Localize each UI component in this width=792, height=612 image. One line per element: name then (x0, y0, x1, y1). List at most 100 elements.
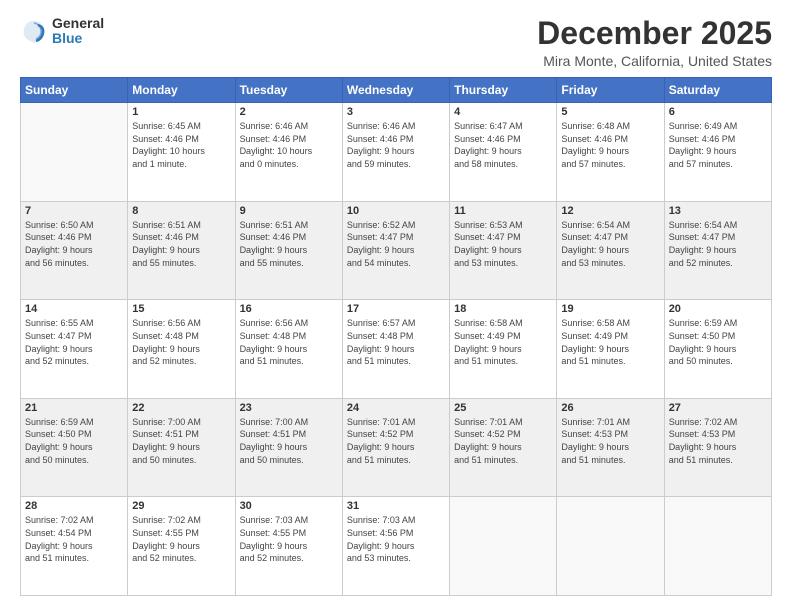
weekday-header: Tuesday (235, 78, 342, 103)
top-section: General Blue December 2025 Mira Monte, C… (20, 16, 772, 69)
day-info: Sunrise: 6:54 AM Sunset: 4:47 PM Dayligh… (561, 219, 659, 269)
weekday-header: Wednesday (342, 78, 449, 103)
weekday-header: Thursday (450, 78, 557, 103)
day-number: 26 (561, 402, 659, 414)
logo-icon (20, 17, 48, 45)
calendar-cell: 30 Sunrise: 7:03 AM Sunset: 4:55 PM Dayli… (235, 497, 342, 596)
calendar-cell: 1 Sunrise: 6:45 AM Sunset: 4:46 PM Daylig… (128, 103, 235, 202)
day-number: 21 (25, 402, 123, 414)
day-info: Sunrise: 7:01 AM Sunset: 4:52 PM Dayligh… (347, 416, 445, 466)
day-info: Sunrise: 6:52 AM Sunset: 4:47 PM Dayligh… (347, 219, 445, 269)
day-number: 24 (347, 402, 445, 414)
day-info: Sunrise: 7:02 AM Sunset: 4:55 PM Dayligh… (132, 514, 230, 564)
calendar-cell (450, 497, 557, 596)
calendar-cell: 26 Sunrise: 7:01 AM Sunset: 4:53 PM Dayli… (557, 398, 664, 497)
day-number: 1 (132, 106, 230, 118)
day-info: Sunrise: 6:58 AM Sunset: 4:49 PM Dayligh… (561, 317, 659, 367)
day-number: 12 (561, 205, 659, 217)
calendar-cell: 22 Sunrise: 7:00 AM Sunset: 4:51 PM Dayli… (128, 398, 235, 497)
day-info: Sunrise: 6:45 AM Sunset: 4:46 PM Dayligh… (132, 120, 230, 170)
day-number: 4 (454, 106, 552, 118)
day-info: Sunrise: 6:56 AM Sunset: 4:48 PM Dayligh… (132, 317, 230, 367)
day-number: 23 (240, 402, 338, 414)
day-info: Sunrise: 7:03 AM Sunset: 4:55 PM Dayligh… (240, 514, 338, 564)
day-info: Sunrise: 6:58 AM Sunset: 4:49 PM Dayligh… (454, 317, 552, 367)
day-info: Sunrise: 6:47 AM Sunset: 4:46 PM Dayligh… (454, 120, 552, 170)
day-number: 19 (561, 303, 659, 315)
location: Mira Monte, California, United States (537, 53, 772, 69)
day-info: Sunrise: 6:57 AM Sunset: 4:48 PM Dayligh… (347, 317, 445, 367)
day-info: Sunrise: 6:51 AM Sunset: 4:46 PM Dayligh… (240, 219, 338, 269)
day-number: 17 (347, 303, 445, 315)
day-number: 8 (132, 205, 230, 217)
calendar-cell: 15 Sunrise: 6:56 AM Sunset: 4:48 PM Dayli… (128, 300, 235, 399)
day-info: Sunrise: 6:59 AM Sunset: 4:50 PM Dayligh… (25, 416, 123, 466)
day-info: Sunrise: 6:55 AM Sunset: 4:47 PM Dayligh… (25, 317, 123, 367)
day-number: 28 (25, 500, 123, 512)
calendar-cell: 6Sunrise: 6:49 AM Sunset: 4:46 PM Daylig… (664, 103, 771, 202)
calendar-cell: 13Sunrise: 6:54 AM Sunset: 4:47 PM Dayli… (664, 201, 771, 300)
calendar-cell: 18 Sunrise: 6:58 AM Sunset: 4:49 PM Dayli… (450, 300, 557, 399)
day-number: 10 (347, 205, 445, 217)
day-info: Sunrise: 7:02 AM Sunset: 4:54 PM Dayligh… (25, 514, 123, 564)
day-number: 14 (25, 303, 123, 315)
calendar-week-row: 7Sunrise: 6:50 AM Sunset: 4:46 PM Daylig… (21, 201, 772, 300)
day-info: Sunrise: 6:46 AM Sunset: 4:46 PM Dayligh… (347, 120, 445, 170)
weekday-header: Monday (128, 78, 235, 103)
day-number: 3 (347, 106, 445, 118)
calendar-cell: 23 Sunrise: 7:00 AM Sunset: 4:51 PM Dayli… (235, 398, 342, 497)
day-number: 18 (454, 303, 552, 315)
day-info: Sunrise: 7:01 AM Sunset: 4:53 PM Dayligh… (561, 416, 659, 466)
day-info: Sunrise: 6:49 AM Sunset: 4:46 PM Dayligh… (669, 120, 767, 170)
calendar-cell: 5 Sunrise: 6:48 AM Sunset: 4:46 PM Daylig… (557, 103, 664, 202)
day-info: Sunrise: 6:53 AM Sunset: 4:47 PM Dayligh… (454, 219, 552, 269)
day-info: Sunrise: 7:01 AM Sunset: 4:52 PM Dayligh… (454, 416, 552, 466)
calendar-cell: 17 Sunrise: 6:57 AM Sunset: 4:48 PM Dayli… (342, 300, 449, 399)
day-number: 13 (669, 205, 767, 217)
calendar-cell: 11 Sunrise: 6:53 AM Sunset: 4:47 PM Dayli… (450, 201, 557, 300)
day-number: 27 (669, 402, 767, 414)
day-info: Sunrise: 7:00 AM Sunset: 4:51 PM Dayligh… (240, 416, 338, 466)
day-info: Sunrise: 6:56 AM Sunset: 4:48 PM Dayligh… (240, 317, 338, 367)
calendar-week-row: 21 Sunrise: 6:59 AM Sunset: 4:50 PM Dayli… (21, 398, 772, 497)
day-number: 15 (132, 303, 230, 315)
day-number: 16 (240, 303, 338, 315)
day-number: 20 (669, 303, 767, 315)
calendar-cell: 2Sunrise: 6:46 AM Sunset: 4:46 PM Daylig… (235, 103, 342, 202)
month-title: December 2025 (537, 16, 772, 51)
calendar-cell: 27Sunrise: 7:02 AM Sunset: 4:53 PM Dayli… (664, 398, 771, 497)
logo-general-text: General (52, 16, 104, 31)
day-info: Sunrise: 7:00 AM Sunset: 4:51 PM Dayligh… (132, 416, 230, 466)
calendar-cell: 8Sunrise: 6:51 AM Sunset: 4:46 PM Daylig… (128, 201, 235, 300)
calendar-cell (664, 497, 771, 596)
calendar-cell: 9 Sunrise: 6:51 AM Sunset: 4:46 PM Daylig… (235, 201, 342, 300)
day-info: Sunrise: 6:48 AM Sunset: 4:46 PM Dayligh… (561, 120, 659, 170)
calendar-cell (21, 103, 128, 202)
day-number: 2 (240, 106, 338, 118)
calendar-cell: 29Sunrise: 7:02 AM Sunset: 4:55 PM Dayli… (128, 497, 235, 596)
calendar: SundayMondayTuesdayWednesdayThursdayFrid… (20, 77, 772, 596)
logo-blue-text: Blue (52, 31, 104, 46)
day-number: 9 (240, 205, 338, 217)
calendar-cell: 16 Sunrise: 6:56 AM Sunset: 4:48 PM Dayli… (235, 300, 342, 399)
calendar-cell: 19 Sunrise: 6:58 AM Sunset: 4:49 PM Dayli… (557, 300, 664, 399)
calendar-cell: 20Sunrise: 6:59 AM Sunset: 4:50 PM Dayli… (664, 300, 771, 399)
calendar-cell: 4 Sunrise: 6:47 AM Sunset: 4:46 PM Daylig… (450, 103, 557, 202)
weekday-header: Friday (557, 78, 664, 103)
logo-text: General Blue (52, 16, 104, 47)
calendar-header-row: SundayMondayTuesdayWednesdayThursdayFrid… (21, 78, 772, 103)
day-info: Sunrise: 7:03 AM Sunset: 4:56 PM Dayligh… (347, 514, 445, 564)
day-number: 7 (25, 205, 123, 217)
day-number: 11 (454, 205, 552, 217)
calendar-cell: 31Sunrise: 7:03 AM Sunset: 4:56 PM Dayli… (342, 497, 449, 596)
day-number: 30 (240, 500, 338, 512)
header-right: December 2025 Mira Monte, California, Un… (537, 16, 772, 69)
calendar-cell: 12 Sunrise: 6:54 AM Sunset: 4:47 PM Dayli… (557, 201, 664, 300)
day-number: 22 (132, 402, 230, 414)
calendar-cell: 7Sunrise: 6:50 AM Sunset: 4:46 PM Daylig… (21, 201, 128, 300)
calendar-cell: 21 Sunrise: 6:59 AM Sunset: 4:50 PM Dayli… (21, 398, 128, 497)
calendar-week-row: 28 Sunrise: 7:02 AM Sunset: 4:54 PM Dayli… (21, 497, 772, 596)
day-number: 5 (561, 106, 659, 118)
calendar-cell: 3 Sunrise: 6:46 AM Sunset: 4:46 PM Daylig… (342, 103, 449, 202)
calendar-cell: 24 Sunrise: 7:01 AM Sunset: 4:52 PM Dayli… (342, 398, 449, 497)
